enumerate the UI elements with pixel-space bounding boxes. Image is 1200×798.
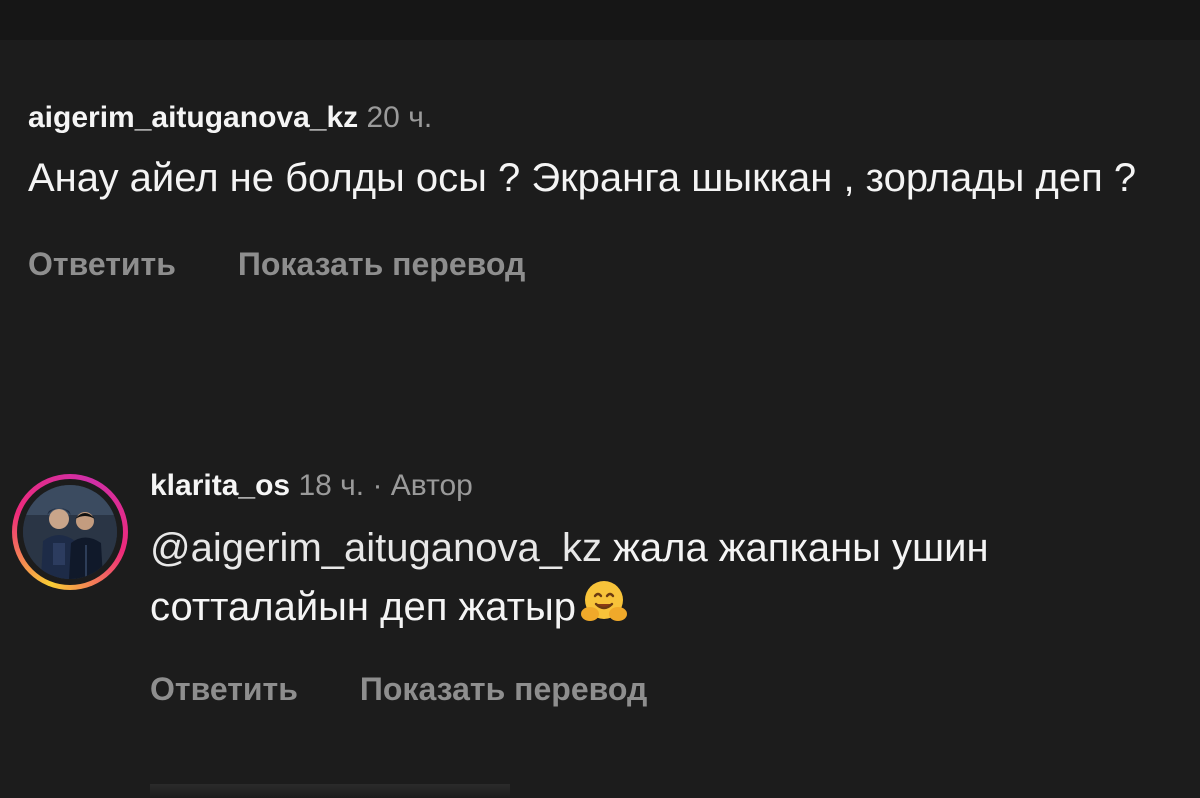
next-comment-cutoff [150, 784, 510, 798]
top-bar [0, 0, 1200, 40]
reply-button[interactable]: Ответить [150, 671, 298, 708]
comment-text: @aigerim_aituganova_kz жала жапканы ушин… [150, 520, 1170, 635]
meta-separator: · [372, 469, 383, 502]
comment-meta: klarita_os 18 ч. · Автор [150, 466, 1170, 506]
comment-meta: aigerim_aituganova_kz 20 ч. [28, 98, 1168, 138]
mention-link[interactable]: @aigerim_aituganova_kz [150, 526, 602, 570]
avatar-story-ring[interactable] [12, 474, 128, 590]
comment-text: Анау айел не болды осы ? Экранга шыккан … [28, 156, 1137, 200]
comment-username[interactable]: aigerim_aituganova_kz [28, 101, 358, 134]
comments-screen: aigerim_aituganova_kz 20 ч. Анау айел не… [0, 0, 1200, 798]
comment-actions: Ответить Показать перевод [28, 246, 1168, 283]
hugging-face-icon [580, 581, 627, 621]
comment: aigerim_aituganova_kz 20 ч. Анау айел не… [28, 98, 1168, 283]
show-translation-button[interactable]: Показать перевод [360, 671, 647, 708]
comment-time: 18 ч. [298, 469, 365, 502]
avatar[interactable] [23, 485, 117, 579]
comment-actions: Ответить Показать перевод [150, 671, 1170, 708]
reply-button[interactable]: Ответить [28, 246, 176, 283]
show-translation-button[interactable]: Показать перевод [238, 246, 525, 283]
avatar-photo [23, 485, 117, 579]
comment-time: 20 ч. [366, 101, 433, 134]
comment-username[interactable]: klarita_os [150, 469, 290, 502]
comment-reply: klarita_os 18 ч. · Автор @aigerim_aituga… [150, 466, 1170, 708]
author-badge: Автор [390, 469, 473, 502]
